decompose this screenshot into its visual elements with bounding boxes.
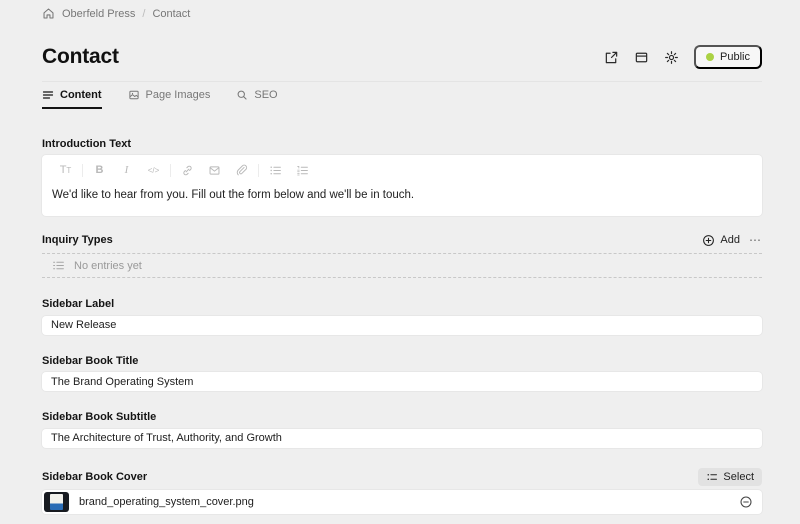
- tab-label: SEO: [254, 89, 277, 101]
- page-header: Contact Public: [42, 45, 762, 69]
- field-sidebar-book-subtitle: Sidebar Book Subtitle: [42, 411, 762, 448]
- field-sidebar-book-cover: Sidebar Book Cover Select brand_operatin…: [42, 468, 762, 514]
- more-options-button[interactable]: ⋯: [749, 232, 762, 248]
- breadcrumb-item-site[interactable]: Oberfeld Press: [62, 8, 135, 20]
- tab-seo[interactable]: SEO: [236, 89, 277, 109]
- sidebar-label-input[interactable]: [42, 316, 762, 335]
- file-name: brand_operating_system_cover.png: [79, 496, 739, 508]
- tab-content[interactable]: Content: [42, 89, 102, 109]
- image-icon: [128, 89, 140, 101]
- file-item[interactable]: brand_operating_system_cover.png: [42, 490, 762, 514]
- toolbar-separator: [170, 164, 171, 177]
- add-label: Add: [720, 234, 740, 246]
- text-lines-icon: [42, 89, 54, 101]
- field-label: Inquiry Types: [42, 234, 113, 246]
- field-label: Sidebar Label: [42, 298, 762, 310]
- field-inquiry-types: Inquiry Types Add ⋯ No entries yet: [42, 231, 762, 278]
- page-title: Contact: [42, 45, 119, 69]
- search-icon: [236, 89, 248, 101]
- bold-icon[interactable]: B: [86, 161, 113, 179]
- toolbar-separator: [82, 164, 83, 177]
- email-icon[interactable]: [201, 161, 228, 179]
- tab-bar: Content Page Images SEO: [42, 82, 762, 109]
- select-file-button[interactable]: Select: [698, 468, 762, 486]
- field-sidebar-label: Sidebar Label: [42, 298, 762, 335]
- tab-label: Page Images: [146, 89, 211, 101]
- ordered-list-icon[interactable]: [289, 161, 316, 179]
- page: Oberfeld Press / Contact Contact: [0, 0, 800, 514]
- add-circle-icon: [702, 234, 715, 247]
- empty-state: No entries yet: [42, 253, 762, 278]
- breadcrumb-item-page[interactable]: Contact: [152, 8, 190, 20]
- field-sidebar-book-title: Sidebar Book Title: [42, 355, 762, 392]
- window-icon: [634, 50, 649, 65]
- gear-icon: [664, 50, 679, 65]
- empty-state-text: No entries yet: [74, 260, 142, 272]
- writer-toolbar: TT B I </>: [52, 160, 752, 180]
- breadcrumb-separator: /: [142, 8, 145, 20]
- add-entry-button[interactable]: Add: [702, 234, 740, 247]
- sidebar-book-subtitle-input[interactable]: [42, 429, 762, 448]
- writer-content[interactable]: We'd like to hear from you. Fill out the…: [52, 187, 752, 203]
- status-label: Public: [720, 51, 750, 63]
- field-label: Sidebar Book Title: [42, 355, 762, 367]
- bullet-list-icon[interactable]: [262, 161, 289, 179]
- tab-page-images[interactable]: Page Images: [128, 89, 211, 109]
- code-icon[interactable]: </>: [140, 161, 167, 179]
- breadcrumb: Oberfeld Press / Contact: [42, 0, 762, 20]
- select-label: Select: [723, 471, 754, 483]
- writer-field[interactable]: TT B I </>: [42, 155, 762, 216]
- sidebar-book-title-input[interactable]: [42, 372, 762, 391]
- checklist-icon: [706, 471, 718, 483]
- preview-window-button[interactable]: [634, 50, 649, 65]
- field-introduction-text: Introduction Text TT B I </>: [42, 138, 762, 216]
- remove-file-button[interactable]: [739, 495, 753, 509]
- status-badge[interactable]: Public: [694, 45, 762, 69]
- list-icon: [52, 259, 65, 272]
- home-icon[interactable]: [42, 7, 55, 20]
- italic-icon[interactable]: I: [113, 161, 140, 179]
- link-icon[interactable]: [174, 161, 201, 179]
- field-label: Sidebar Book Subtitle: [42, 411, 762, 423]
- field-label: Sidebar Book Cover: [42, 471, 147, 483]
- field-label: Introduction Text: [42, 138, 762, 150]
- settings-button[interactable]: [664, 50, 679, 65]
- tab-label: Content: [60, 89, 102, 101]
- file-thumbnail: [44, 492, 69, 512]
- external-link-icon: [604, 50, 619, 65]
- attachment-icon[interactable]: [228, 161, 255, 179]
- open-preview-button[interactable]: [604, 50, 619, 65]
- status-dot: [706, 53, 714, 61]
- headings-icon[interactable]: TT: [52, 161, 79, 179]
- toolbar-separator: [258, 164, 259, 177]
- remove-circle-icon: [739, 495, 753, 509]
- header-actions: Public: [604, 45, 762, 69]
